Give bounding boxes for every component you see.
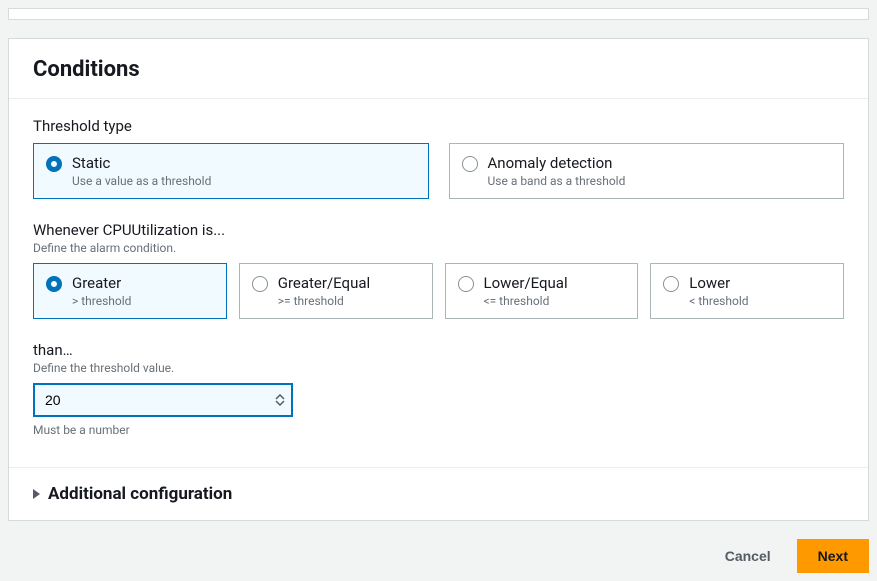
option-title: Static xyxy=(72,154,211,172)
whenever-section: Whenever CPUUtilization is... Define the… xyxy=(33,221,844,319)
than-sub: Define the threshold value. xyxy=(33,361,844,375)
radio-icon xyxy=(458,276,474,292)
panel-title: Conditions xyxy=(33,57,844,82)
whenever-options: Greater > threshold Greater/Equal >= thr… xyxy=(33,263,844,319)
option-desc: < threshold xyxy=(689,294,748,308)
panel-body: Threshold type Static Use a value as a t… xyxy=(9,99,868,467)
threshold-input-wrap xyxy=(33,383,293,417)
radio-icon xyxy=(46,156,62,172)
option-desc: > threshold xyxy=(72,294,131,308)
radio-icon xyxy=(46,276,62,292)
additional-config-label: Additional configuration xyxy=(48,484,232,504)
option-title: Lower xyxy=(689,274,748,292)
panel-header: Conditions xyxy=(9,39,868,99)
option-title: Lower/Equal xyxy=(484,274,568,292)
radio-icon xyxy=(663,276,679,292)
threshold-type-anomaly[interactable]: Anomaly detection Use a band as a thresh… xyxy=(449,143,845,199)
additional-config-expander[interactable]: Additional configuration xyxy=(33,484,232,504)
previous-panel-bottom xyxy=(8,8,869,20)
conditions-panel: Conditions Threshold type Static Use a v… xyxy=(8,38,869,521)
whenever-label: Whenever CPUUtilization is... xyxy=(33,221,844,239)
threshold-type-options: Static Use a value as a threshold Anomal… xyxy=(33,143,844,199)
than-section: than… Define the threshold value. Must b… xyxy=(33,341,844,437)
option-desc: Use a band as a threshold xyxy=(488,174,626,188)
radio-icon xyxy=(462,156,478,172)
stepper-icon[interactable] xyxy=(275,394,285,406)
cancel-button[interactable]: Cancel xyxy=(713,540,783,572)
than-label: than… xyxy=(33,341,844,359)
comparison-greater[interactable]: Greater > threshold xyxy=(33,263,227,319)
than-hint: Must be a number xyxy=(33,423,844,437)
option-title: Greater/Equal xyxy=(278,274,370,292)
comparison-lower-equal[interactable]: Lower/Equal <= threshold xyxy=(445,263,639,319)
option-desc: <= threshold xyxy=(484,294,568,308)
threshold-type-label: Threshold type xyxy=(33,117,844,135)
option-desc: >= threshold xyxy=(278,294,370,308)
option-title: Greater xyxy=(72,274,131,292)
option-desc: Use a value as a threshold xyxy=(72,174,211,188)
threshold-type-static[interactable]: Static Use a value as a threshold xyxy=(33,143,429,199)
whenever-sub: Define the alarm condition. xyxy=(33,241,844,255)
option-title: Anomaly detection xyxy=(488,154,626,172)
threshold-type-section: Threshold type Static Use a value as a t… xyxy=(33,117,844,199)
comparison-lower[interactable]: Lower < threshold xyxy=(650,263,844,319)
panel-footer: Additional configuration xyxy=(9,467,868,520)
radio-icon xyxy=(252,276,268,292)
comparison-greater-equal[interactable]: Greater/Equal >= threshold xyxy=(239,263,433,319)
threshold-input[interactable] xyxy=(33,383,293,417)
caret-right-icon xyxy=(33,489,40,499)
